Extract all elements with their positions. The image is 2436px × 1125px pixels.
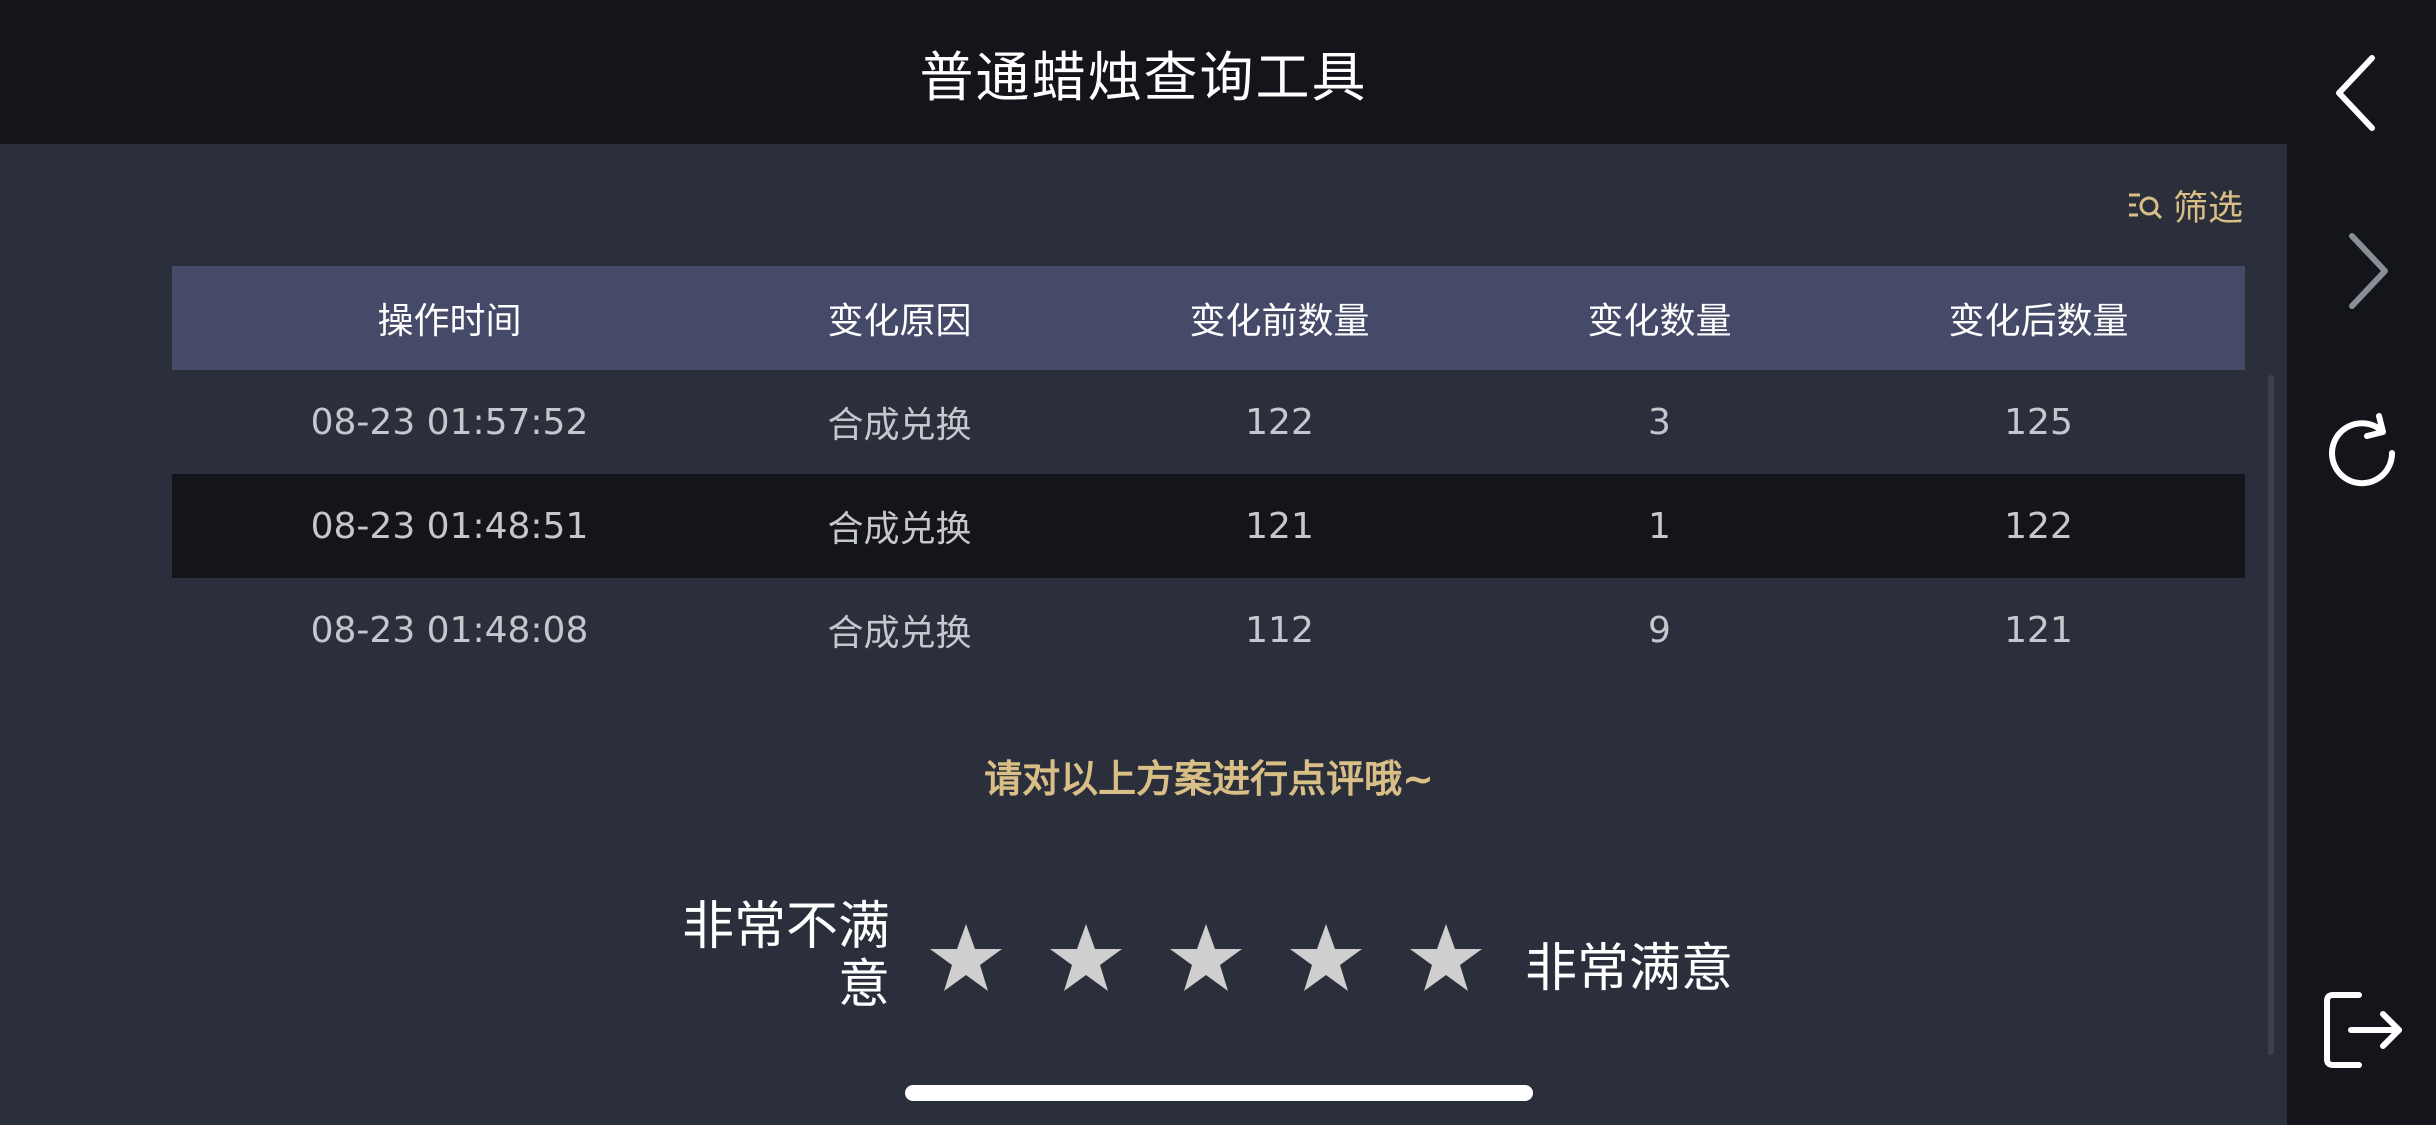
rating-prompt: 请对以上方案进行点评哦~: [984, 757, 1434, 801]
column-header: 变化前数量: [1189, 301, 1370, 342]
vertical-scrollbar[interactable]: [2268, 375, 2274, 1055]
filter-button[interactable]: 筛选: [2127, 180, 2243, 231]
star-icon: [1170, 924, 1242, 991]
table-cell: 9: [1648, 609, 1671, 651]
table-row: 08-23 01:48:51 合成兑换 121 1 122: [172, 474, 2245, 578]
table-cell: 合成兑换: [827, 613, 972, 654]
history-table: 操作时间 变化原因 变化前数量 变化数量 变化后数量 08-23 01:57:5…: [172, 266, 2245, 682]
browser-sidebar: [2287, 0, 2436, 1125]
column-header: 变化原因: [827, 301, 972, 342]
star-icon: [1050, 924, 1122, 991]
filter-search-icon: [2128, 193, 2163, 219]
rating-low-label: 非常不满 意: [665, 898, 890, 1014]
back-button[interactable]: [2317, 48, 2407, 138]
rating-low-label-line2: 意: [837, 955, 890, 1015]
page-title: 普通蜡烛查询工具: [919, 45, 1368, 109]
forward-icon: [2349, 233, 2388, 309]
table-cell: 08-23 01:48:51: [310, 505, 589, 547]
table-row: 08-23 01:48:08 合成兑换 112 9 121: [172, 578, 2245, 682]
rating-bar: 非常不满 意 非常满意: [665, 898, 1765, 1018]
table-cell: 125: [2004, 401, 2073, 443]
rating-low-label-line1: 非常不满: [681, 897, 890, 957]
header-bar: 普通蜡烛查询工具: [0, 0, 2287, 144]
table-cell: 112: [1245, 609, 1314, 651]
rating-high-label: 非常满意: [1525, 939, 1734, 999]
home-indicator: [905, 1085, 1533, 1101]
table-row: 08-23 01:57:52 合成兑换 122 3 125: [172, 370, 2245, 474]
star-2[interactable]: [1048, 922, 1124, 994]
star-icon: [930, 924, 1002, 991]
table-cell: 合成兑换: [827, 509, 972, 550]
table-header: 操作时间 变化原因 变化前数量 变化数量 变化后数量: [172, 266, 2245, 370]
table-cell: 08-23 01:57:52: [310, 401, 589, 443]
star-icon: [1410, 924, 1482, 991]
table-cell: 121: [1245, 505, 1314, 547]
exit-button[interactable]: [2317, 985, 2407, 1075]
column-header: 变化后数量: [1948, 301, 2129, 342]
refresh-icon: [2329, 413, 2396, 487]
column-header: 变化数量: [1587, 301, 1732, 342]
forward-button[interactable]: [2317, 226, 2407, 316]
refresh-button[interactable]: [2317, 408, 2407, 498]
table-cell: 1: [1648, 505, 1671, 547]
table-cell: 08-23 01:48:08: [310, 609, 589, 651]
exit-icon: [2324, 992, 2402, 1068]
star-1[interactable]: [928, 922, 1004, 994]
column-header: 操作时间: [377, 301, 522, 342]
table-cell: 3: [1648, 401, 1671, 443]
table-cell: 122: [1245, 401, 1314, 443]
app: 普通蜡烛查询工具 筛选 操作时间 变化原因 变化前数量 变化数量 变化后数量 0…: [0, 0, 2436, 1125]
back-icon: [2336, 55, 2375, 131]
filter-label: 筛选: [2172, 189, 2243, 229]
star-5[interactable]: [1408, 922, 1484, 994]
table-cell: 合成兑换: [827, 405, 972, 446]
table-cell: 122: [2004, 505, 2073, 547]
star-4[interactable]: [1288, 922, 1364, 994]
star-3[interactable]: [1168, 922, 1244, 994]
star-icon: [1290, 924, 1362, 991]
table-cell: 121: [2004, 609, 2073, 651]
main-panel: 普通蜡烛查询工具 筛选 操作时间 变化原因 变化前数量 变化数量 变化后数量 0…: [0, 0, 2287, 1125]
